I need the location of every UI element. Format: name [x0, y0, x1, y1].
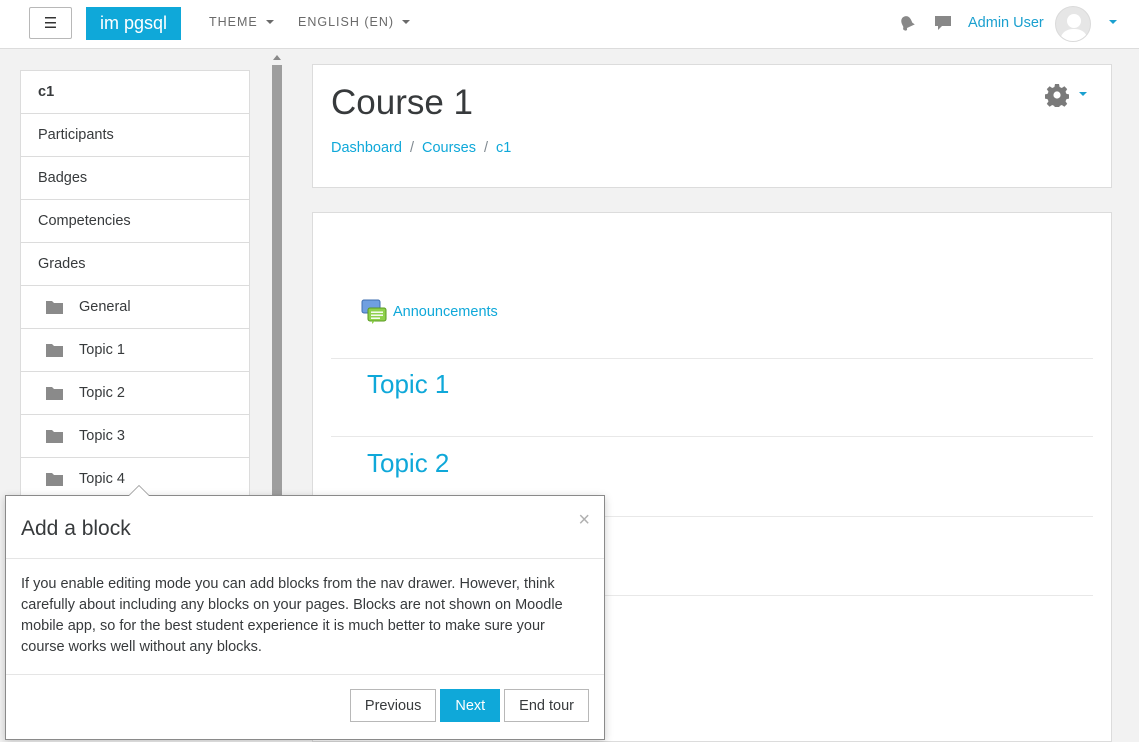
drawer-item-competencies[interactable]: Competencies [21, 200, 249, 243]
breadcrumb-separator: / [409, 140, 414, 156]
breadcrumb-course[interactable]: c1 [496, 140, 511, 156]
drawer-item-label: Badges [38, 170, 88, 186]
drawer-item-label: Topic 4 [79, 471, 125, 487]
tour-arrow-fill [129, 486, 149, 496]
drawer-item-badges[interactable]: Badges [21, 157, 249, 200]
announcements-link[interactable]: Announcements [361, 299, 498, 325]
drawer-item-topic-1[interactable]: Topic 1 [21, 329, 249, 372]
drawer-item-label: Grades [38, 256, 86, 272]
drawer-item-topic-2[interactable]: Topic 2 [21, 372, 249, 415]
drawer-item-general[interactable]: General [21, 286, 249, 329]
drawer-item-label: General [79, 299, 131, 315]
section-divider [331, 358, 1093, 359]
section-title-topic-1[interactable]: Topic 1 [367, 369, 449, 400]
previous-button[interactable]: Previous [349, 689, 437, 722]
gear-icon[interactable] [1045, 83, 1069, 107]
folder-icon [46, 301, 63, 314]
chat-icon[interactable] [934, 14, 952, 32]
scroll-up-arrow-icon[interactable] [273, 55, 281, 60]
chevron-down-icon[interactable] [1079, 92, 1087, 96]
bell-icon[interactable] [898, 14, 916, 32]
close-icon[interactable]: × [578, 510, 590, 530]
drawer-item-label: Topic 3 [79, 428, 125, 444]
breadcrumb-separator: / [483, 140, 488, 156]
tour-body-text: If you enable editing mode you can add b… [6, 559, 604, 675]
breadcrumb-courses[interactable]: Courses [422, 140, 476, 156]
section-title-topic-2[interactable]: Topic 2 [367, 448, 449, 479]
folder-icon [46, 430, 63, 443]
chevron-down-icon [402, 20, 411, 24]
end-tour-button[interactable]: End tour [504, 689, 589, 722]
folder-icon [46, 473, 63, 486]
hamburger-icon: ☰ [43, 15, 58, 32]
announcements-label: Announcements [393, 304, 498, 320]
drawer-item-participants[interactable]: Participants [21, 114, 249, 157]
tour-title: Add a block [21, 517, 131, 540]
language-menu[interactable]: ENGLISH (EN) [298, 15, 411, 29]
next-button[interactable]: Next [440, 689, 501, 722]
user-menu-name[interactable]: Admin User [968, 15, 1044, 31]
tour-header: Add a block × [6, 496, 604, 559]
drawer-item-label: Competencies [38, 213, 131, 229]
breadcrumb-dashboard[interactable]: Dashboard [331, 140, 402, 156]
language-menu-label: ENGLISH (EN) [298, 15, 395, 29]
site-brand[interactable]: im pgsql [86, 7, 181, 40]
user-menu-chevron-icon[interactable] [1109, 20, 1117, 24]
top-navbar: ☰ im pgsql THEME ENGLISH (EN) Admin User [0, 0, 1139, 49]
drawer-item-label: Topic 1 [79, 342, 125, 358]
drawer-item-course[interactable]: c1 [21, 71, 249, 114]
folder-icon [46, 387, 63, 400]
page-header: Course 1 Dashboard / Courses / c1 [312, 64, 1112, 188]
drawer-item-label: c1 [38, 84, 55, 100]
avatar[interactable] [1055, 6, 1091, 42]
drawer-item-grades[interactable]: Grades [21, 243, 249, 286]
chevron-down-icon [265, 20, 274, 24]
drawer-toggle-button[interactable]: ☰ [29, 7, 72, 39]
forum-icon [361, 299, 387, 324]
tour-popover: Add a block × If you enable editing mode… [5, 485, 605, 740]
theme-menu-label: THEME [209, 15, 258, 29]
user-silhouette-icon [1060, 14, 1088, 41]
page-title: Course 1 [331, 83, 474, 122]
breadcrumb: Dashboard / Courses / c1 [331, 140, 511, 156]
drawer-item-label: Participants [38, 127, 114, 143]
folder-icon [46, 344, 63, 357]
drawer-item-topic-3[interactable]: Topic 3 [21, 415, 249, 458]
drawer-item-label: Topic 2 [79, 385, 125, 401]
theme-menu[interactable]: THEME [209, 15, 274, 29]
nav-drawer: c1 Participants Badges Competencies Grad… [20, 70, 250, 502]
tour-footer: Previous Next End tour [349, 689, 589, 722]
section-divider [331, 436, 1093, 437]
